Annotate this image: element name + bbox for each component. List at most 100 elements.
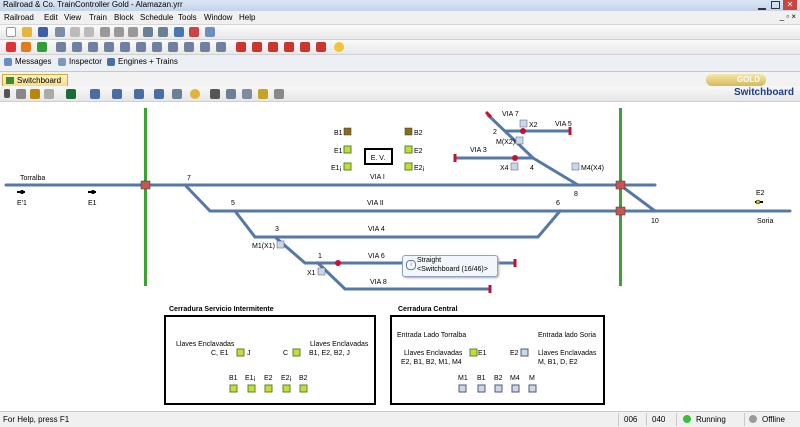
new-icon[interactable] [6, 27, 16, 37]
go-icon[interactable] [37, 42, 47, 52]
switch-mx2[interactable] [515, 136, 524, 145]
text-tool-icon[interactable] [210, 89, 220, 99]
track-diagram[interactable]: E. V. Torralba Soria E'1 E1 E2 VIA I VIA… [0, 102, 800, 411]
menu-block[interactable]: Block [114, 13, 134, 22]
find-next-icon[interactable] [158, 27, 168, 37]
box1-llaves1: Llaves Enclavadas [176, 341, 235, 348]
zoom-icon[interactable] [274, 89, 284, 99]
switch-m4x4[interactable] [571, 162, 580, 171]
block-icon[interactable] [172, 89, 182, 99]
switch-x2[interactable] [519, 119, 528, 128]
layout-icon-5[interactable] [120, 42, 130, 52]
layout-icon-3[interactable] [88, 42, 98, 52]
route-icon-3[interactable] [268, 42, 278, 52]
crossing-icon[interactable] [154, 89, 164, 99]
route-icon-6[interactable] [316, 42, 326, 52]
stop-icon[interactable] [6, 42, 16, 52]
route-icon-4[interactable] [284, 42, 294, 52]
layout-icon-6[interactable] [136, 42, 146, 52]
layout-icon-7[interactable] [152, 42, 162, 52]
indicator-e2[interactable] [404, 145, 413, 154]
paste-icon[interactable] [128, 27, 138, 37]
pointer-icon[interactable] [4, 89, 10, 98]
station-signals[interactable] [17, 190, 763, 205]
layout-icon-2[interactable] [72, 42, 82, 52]
pencil-icon[interactable] [30, 89, 40, 99]
indicator-e1j[interactable] [343, 162, 352, 171]
pause-icon[interactable] [21, 42, 31, 52]
select-icon[interactable] [16, 89, 26, 99]
box2-b1: B1 [477, 375, 486, 382]
tools-icon[interactable] [189, 27, 199, 37]
undo-icon[interactable] [70, 27, 80, 37]
box2-indicators[interactable] [458, 348, 537, 393]
menu-window[interactable]: Window [204, 13, 232, 22]
menu-train[interactable]: Train [89, 13, 107, 22]
tooltip-line1: Straight [417, 257, 442, 264]
track-via-3[interactable] [453, 156, 580, 187]
operation-toolbar [0, 40, 800, 55]
track-icon[interactable] [90, 89, 100, 99]
menu-help[interactable]: Help [239, 13, 255, 22]
indicator-b1[interactable] [343, 127, 352, 136]
signal-tool-icon[interactable] [134, 89, 144, 99]
tooltip-line2: <Switchboard (16/46)> [417, 266, 488, 273]
label-n5: 5 [231, 200, 235, 207]
box1-b2: B2 [299, 375, 308, 382]
close-button[interactable]: ✕ [783, 0, 797, 10]
color-icon[interactable] [66, 89, 76, 99]
layout-icon-9[interactable] [184, 42, 194, 52]
switch-x1[interactable] [317, 267, 326, 276]
label-n4: 4 [530, 165, 534, 172]
track-via-2[interactable] [183, 183, 792, 213]
track-via-4[interactable] [233, 209, 562, 239]
menu-railroad[interactable]: Railroad [4, 13, 34, 22]
lock-indicators[interactable] [276, 119, 580, 276]
properties-icon[interactable] [174, 27, 184, 37]
turnout-icon[interactable] [112, 89, 122, 99]
find-icon[interactable] [143, 27, 153, 37]
minimize-button[interactable] [758, 1, 766, 10]
indicator-e1[interactable] [343, 145, 352, 154]
messages-panel-button[interactable]: Messages [4, 57, 51, 68]
main-toolbar [0, 25, 800, 40]
inspector-panel-button[interactable]: Inspector [58, 57, 102, 68]
layout-icon-4[interactable] [104, 42, 114, 52]
menu-view[interactable]: View [64, 13, 81, 22]
switch-x4[interactable] [510, 162, 519, 171]
image-icon[interactable] [242, 89, 252, 99]
lock-icon[interactable] [258, 89, 268, 99]
layout-icon-11[interactable] [216, 42, 226, 52]
route-icon-5[interactable] [300, 42, 310, 52]
maximize-button[interactable] [771, 1, 780, 9]
route-icon-2[interactable] [252, 42, 262, 52]
indicator-e2j[interactable] [404, 162, 413, 171]
route-icon-1[interactable] [236, 42, 246, 52]
copy-icon[interactable] [114, 27, 124, 37]
eraser-icon[interactable] [44, 89, 54, 99]
engines-panel-button[interactable]: Engines + Trains [107, 57, 178, 68]
switchboard-canvas[interactable]: E. V. Torralba Soria E'1 E1 E2 VIA I VIA… [0, 102, 800, 411]
menu-tools[interactable]: Tools [178, 13, 197, 22]
layout-icon-1[interactable] [56, 42, 66, 52]
label-icon[interactable] [226, 89, 236, 99]
menu-schedule[interactable]: Schedule [140, 13, 173, 22]
label-via3: VIA 3 [470, 147, 487, 154]
open-icon[interactable] [22, 27, 32, 37]
mdi-controls[interactable]: _ ▫ × [780, 12, 796, 21]
cut-icon[interactable] [100, 27, 110, 37]
switch-m1x1[interactable] [276, 240, 285, 249]
indicator-icon[interactable] [190, 89, 200, 99]
layout-icon-8[interactable] [168, 42, 178, 52]
menu-edit[interactable]: Edit [44, 13, 58, 22]
print-icon[interactable] [55, 27, 65, 37]
clock-icon[interactable] [334, 42, 344, 52]
redo-icon[interactable] [84, 27, 94, 37]
box1-e2: E2 [264, 375, 273, 382]
globe-icon[interactable] [205, 27, 215, 37]
track-signals[interactable] [335, 128, 526, 266]
save-icon[interactable] [38, 27, 48, 37]
indicator-b2[interactable] [404, 127, 413, 136]
box1-indicators[interactable] [229, 348, 308, 393]
layout-icon-10[interactable] [200, 42, 210, 52]
